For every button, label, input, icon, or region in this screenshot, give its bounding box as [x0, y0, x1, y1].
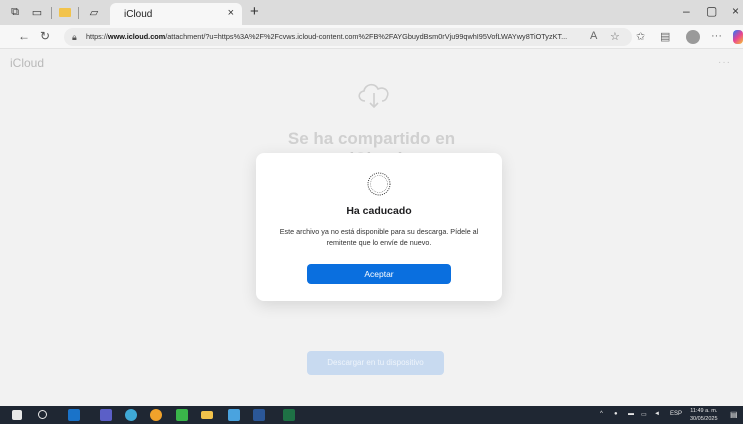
tab-actions-icon[interactable]: ▭ [30, 6, 44, 20]
tab-icloud[interactable]: iCloud × [110, 3, 242, 25]
new-tab-button[interactable]: + [250, 3, 259, 20]
outlook-icon[interactable] [68, 409, 80, 421]
taskbar: ^ ● ▬ ▭ ◄ ESP 11:49 a. m. 30/05/2025 ▤ [0, 406, 743, 424]
lock-icon: 🔒︎ [72, 32, 77, 42]
brand-name: iCloud [10, 56, 45, 70]
maximize-button[interactable]: ▢ [706, 4, 717, 18]
clock-date: 30/05/2025 [690, 416, 718, 422]
search-icon[interactable] [38, 410, 47, 419]
separator [78, 6, 79, 19]
close-tab-icon[interactable]: × [228, 7, 234, 19]
close-window-button[interactable]: × [732, 4, 739, 18]
favorite-star-icon[interactable]: ☆ [610, 30, 620, 43]
file-explorer-icon[interactable] [201, 411, 213, 419]
tab-title: iCloud [124, 8, 153, 20]
url-path: /attachment/?u=https%3A%2F%2Fcvws.icloud… [165, 32, 568, 41]
chevron-up-icon[interactable]: ^ [600, 411, 603, 417]
chrome-icon[interactable] [150, 409, 162, 421]
start-icon[interactable] [12, 410, 22, 420]
volume-icon[interactable]: ◄ [654, 411, 660, 417]
profile-avatar[interactable] [686, 30, 700, 44]
clock[interactable]: 11:49 a. m. 30/05/2025 [690, 407, 718, 423]
accept-button[interactable]: Aceptar [307, 264, 451, 284]
cloud-download-icon [358, 83, 389, 109]
collections-icon[interactable]: ▤ [660, 30, 670, 43]
icloud-logo: iCloud [10, 56, 44, 70]
background-title: Se ha compartido en [287, 129, 456, 148]
back-icon[interactable]: ← [18, 29, 30, 43]
read-aloud-icon[interactable]: A [590, 30, 597, 42]
copilot-icon[interactable] [733, 30, 743, 44]
more-options-icon[interactable]: ··· [718, 57, 731, 68]
notifications-icon[interactable]: ▤ [730, 410, 738, 419]
dialog-title: Ha caducado [346, 205, 412, 217]
expired-dialog: Ha caducado Este archivo ya no está disp… [256, 153, 502, 301]
edge-icon[interactable] [125, 409, 137, 421]
workspaces-icon[interactable]: ⧉ [8, 6, 22, 20]
teams-icon[interactable] [100, 409, 112, 421]
download-button[interactable]: Descargar en tu dispositivo [307, 351, 444, 375]
teams-tray-icon[interactable]: ● [614, 411, 618, 417]
favorites-icon[interactable]: ✩ [636, 30, 645, 43]
refresh-icon[interactable]: ↻ [40, 29, 50, 43]
app-icon[interactable] [228, 409, 240, 421]
minimize-button[interactable]: – [683, 4, 690, 18]
word-icon[interactable] [253, 409, 265, 421]
language-indicator[interactable]: ESP [670, 411, 682, 417]
url-domain: www.icloud.com [107, 32, 166, 41]
more-menu-icon[interactable]: ··· [711, 30, 722, 42]
folder-icon[interactable] [59, 8, 71, 17]
apple-badge-icon [367, 172, 391, 196]
excel-icon[interactable] [283, 409, 295, 421]
dialog-message: Este archivo ya no está disponible para … [279, 227, 479, 247]
network-icon[interactable]: ▭ [641, 411, 647, 418]
vertical-tabs-icon[interactable]: ▱ [87, 6, 101, 20]
toolbar: ← ↻ 🔒︎ https://www.icloud.com/attachment/… [0, 25, 743, 49]
battery-icon[interactable]: ▬ [628, 411, 634, 417]
url-prefix: https:// [86, 32, 108, 41]
clock-time: 11:49 a. m. [690, 408, 718, 414]
address-bar[interactable]: 🔒︎ https://www.icloud.com/attachment/?u=h… [64, 28, 632, 46]
separator [51, 6, 52, 19]
store-icon[interactable] [176, 409, 188, 421]
